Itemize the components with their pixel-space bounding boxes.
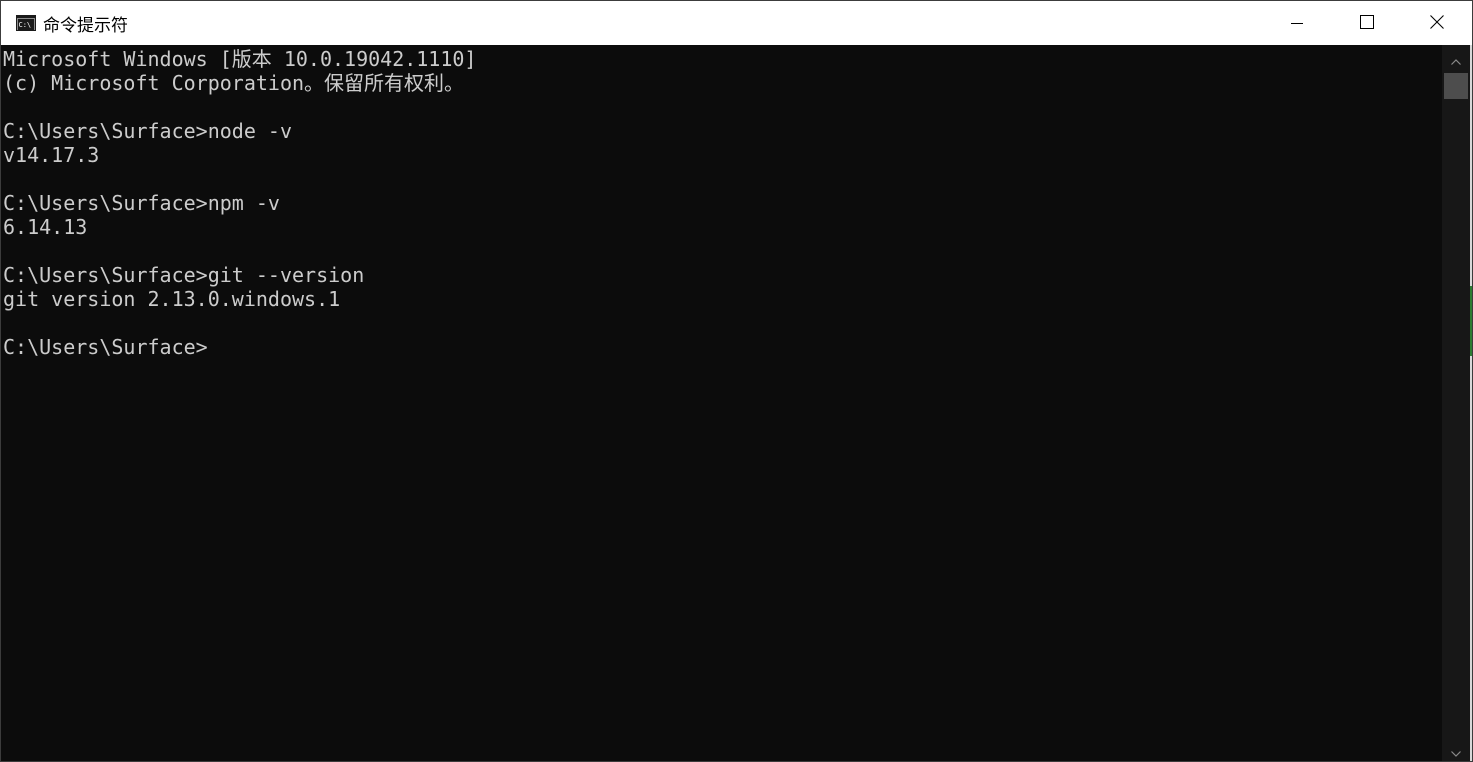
minimize-button[interactable] — [1262, 1, 1332, 45]
console-line: C:\Users\Surface>git --version — [3, 263, 365, 287]
close-button[interactable] — [1402, 1, 1472, 45]
chevron-down-icon — [1451, 742, 1461, 761]
console-line: 6.14.13 — [3, 215, 88, 239]
console-line: v14.17.3 — [3, 143, 100, 167]
console-line: Microsoft Windows [版本 10.0.19042.1110] — [3, 47, 477, 71]
console-output[interactable]: Microsoft Windows [版本 10.0.19042.1110] (… — [1, 45, 1442, 761]
console-prompt[interactable]: C:\Users\Surface> — [3, 335, 208, 359]
scroll-up-button[interactable] — [1442, 47, 1470, 71]
window-controls — [1262, 1, 1472, 45]
maximize-icon — [1360, 14, 1374, 33]
vertical-scrollbar[interactable] — [1442, 45, 1470, 761]
svg-text:C:\: C:\ — [19, 21, 32, 29]
minimize-icon — [1291, 14, 1303, 33]
console-line: C:\Users\Surface>node -v — [3, 119, 292, 143]
cmd-icon[interactable]: C:\ — [15, 14, 37, 32]
window-title: 命令提示符 — [43, 15, 128, 36]
chevron-up-icon — [1451, 50, 1461, 69]
console-line: (c) Microsoft Corporation。保留所有权利。 — [3, 71, 465, 95]
title-bar[interactable]: C:\ 命令提示符 — [1, 1, 1472, 45]
console-line: git version 2.13.0.windows.1 — [3, 287, 341, 311]
console-line: C:\Users\Surface>npm -v — [3, 191, 280, 215]
scroll-thumb[interactable] — [1444, 73, 1468, 99]
scroll-down-button[interactable] — [1442, 739, 1470, 761]
close-icon — [1430, 14, 1444, 33]
maximize-button[interactable] — [1332, 1, 1402, 45]
command-prompt-window: C:\ 命令提示符 Microsoft Windows [版本 10.0.190… — [0, 0, 1473, 762]
